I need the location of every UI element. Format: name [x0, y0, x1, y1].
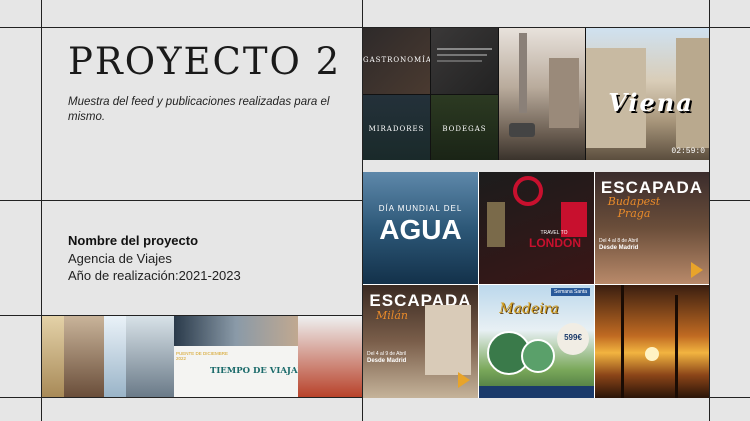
praga-origin: Desde Madrid	[599, 245, 639, 251]
photo-sunset-palms	[595, 285, 709, 398]
post-dia-mundial-agua: DÍA MUNDIAL DEL AGUA	[363, 172, 478, 284]
post-gastronomia: GASTRONOMÍA	[363, 28, 430, 94]
agua-main-text: AGUA	[379, 214, 462, 245]
banner-tiempo-de-viajar: PUENTE DE DICIEMBRE 2022 TIEMPO DE VIAJA…	[174, 316, 298, 397]
photo-winter	[104, 316, 126, 397]
project-name-label: Nombre del proyecto	[68, 233, 199, 248]
london-roundel-icon	[513, 176, 543, 206]
project-description: Muestra del feed y publicaciones realiza…	[68, 96, 330, 123]
bodegas-caption: BODEGAS	[442, 125, 487, 133]
photo-viena: Viena 02:59:0	[586, 28, 709, 160]
photo-disney	[298, 316, 362, 397]
post-madeira: Semana Santa Madeira 599€	[479, 285, 594, 398]
post-escapada-praga: ESCAPADA Budapest Praga Del 4 al 8 de Ab…	[595, 172, 709, 284]
banner-small-text: PUENTE DE DICIEMBRE 2022	[176, 351, 229, 361]
praga-arrow-icon	[691, 262, 703, 278]
grid-line-vertical-right	[709, 0, 710, 421]
sun-shape	[645, 347, 659, 361]
praga-dates: Del 4 al 8 de Abril	[599, 238, 639, 244]
photo-paris-street	[499, 28, 585, 160]
collage-grid: DÍA MUNDIAL DEL AGUA TRAVEL TO LONDON ES…	[363, 172, 709, 398]
madeira-price-badge: 599€	[557, 323, 589, 355]
madeira-photo-circle-2	[521, 339, 555, 373]
milan-dates: Del 4 al 9 de Abril	[367, 351, 407, 357]
milan-origin: Desde Madrid	[367, 358, 407, 364]
gastronomia-caption: GASTRONOMÍA	[363, 56, 430, 64]
madeira-title: Madeira	[499, 301, 559, 317]
milan-subtitle: Milán	[376, 309, 408, 322]
post-miradores: MIRADORES	[363, 95, 430, 160]
video-timestamp: 02:59:0	[671, 147, 705, 156]
madeira-badge: Semana Santa	[551, 288, 591, 296]
collage-top: GASTRONOMÍA MIRADORES BODEGAS Viena 02:5…	[363, 28, 709, 160]
grid-line-horizontal-right	[709, 200, 750, 201]
viena-caption: Viena	[608, 88, 694, 117]
milan-arrow-icon	[458, 372, 470, 388]
banner-main-text: TIEMPO DE VIAJAR	[210, 366, 298, 376]
madeira-price: 599€	[564, 333, 582, 342]
project-year: Año de realización:2021-2023	[68, 268, 241, 283]
praga-subtitle: Budapest Praga	[607, 195, 661, 220]
post-bodegas: BODEGAS	[431, 95, 498, 160]
photo-couple	[64, 316, 104, 397]
photo-snow-people	[126, 316, 174, 397]
agua-top-text: DÍA MUNDIAL DEL	[378, 204, 463, 213]
post-london: TRAVEL TO LONDON	[479, 172, 594, 284]
post-text-dark	[431, 28, 498, 94]
project-company: Agencia de Viajes	[68, 251, 172, 266]
miradores-caption: MIRADORES	[368, 125, 425, 133]
london-city-text: LONDON	[529, 236, 581, 250]
page-title: PROYECTO 2	[68, 40, 342, 83]
collage-bottom: PUENTE DE DICIEMBRE 2022 TIEMPO DE VIAJA…	[42, 316, 362, 397]
post-escapada-milan: ESCAPADA Milán Del 4 al 9 de Abril Desde…	[363, 285, 478, 398]
photo-eiffel	[42, 316, 64, 397]
grid-line-horizontal-middle	[0, 200, 362, 201]
